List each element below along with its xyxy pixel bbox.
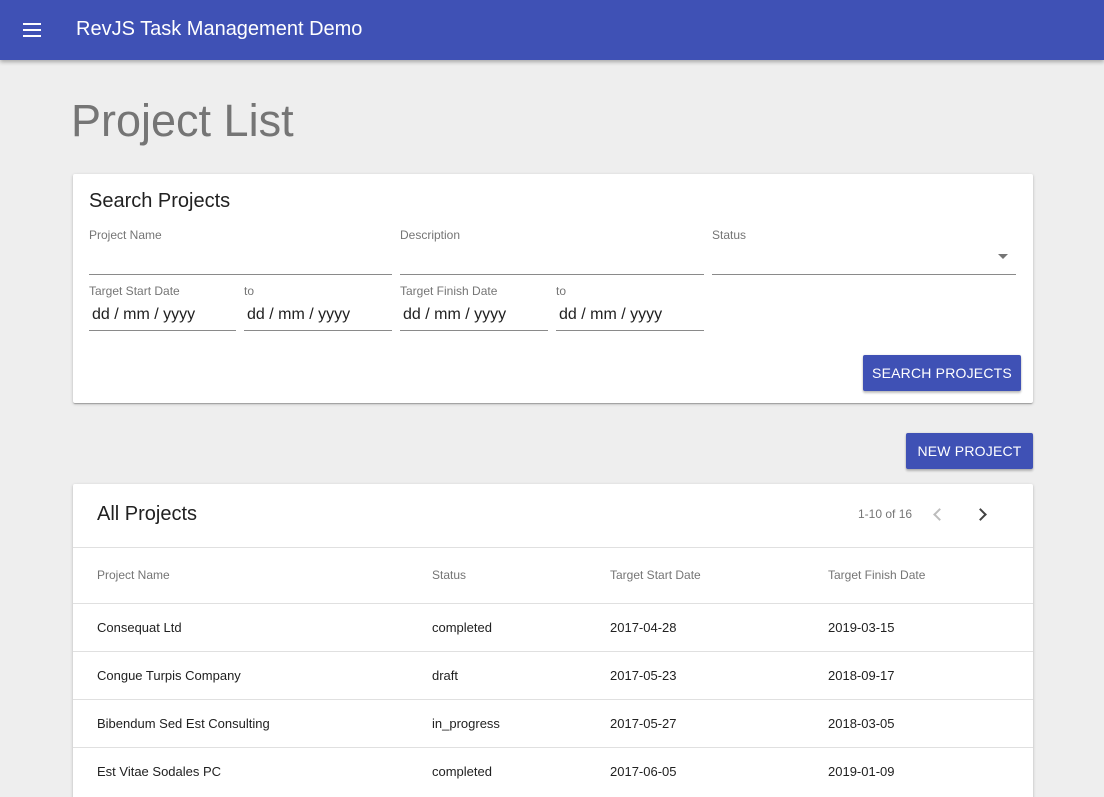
page-title: Project List <box>71 95 294 146</box>
target-start-from-underline <box>89 330 236 331</box>
chevron-left-icon <box>933 508 946 521</box>
target-start-to-field[interactable]: to dd / mm / yyyy <box>244 284 392 331</box>
pagination-range: 1-10 of 16 <box>858 507 913 521</box>
app-bar: RevJS Task Management Demo <box>0 0 1104 60</box>
cell-project-name: Est Vitae Sodales PC <box>97 764 222 779</box>
cell-target-start: 2017-05-27 <box>610 716 677 731</box>
all-projects-card: All Projects 1-10 of 16 Project Name Sta… <box>73 484 1033 797</box>
header-divider <box>73 547 1033 548</box>
target-start-label: Target Start Date <box>89 284 180 298</box>
column-header-status[interactable]: Status <box>432 568 466 582</box>
previous-page-button[interactable] <box>923 498 955 530</box>
target-finish-to-value: dd / mm / yyyy <box>559 306 663 323</box>
cell-project-name: Consequat Ltd <box>97 620 182 635</box>
table-row[interactable]: Est Vitae Sodales PC completed 2017-06-0… <box>73 747 1033 795</box>
search-projects-card: Search Projects Project Name Description… <box>73 174 1033 403</box>
new-project-button[interactable]: New Project <box>906 433 1033 469</box>
target-start-to-value: dd / mm / yyyy <box>247 306 351 323</box>
cell-status: completed <box>432 764 492 779</box>
cell-target-finish: 2019-01-09 <box>828 764 895 779</box>
column-header-target-start[interactable]: Target Start Date <box>610 568 701 582</box>
cell-target-finish: 2019-03-15 <box>828 620 895 635</box>
target-finish-to-underline <box>556 330 704 331</box>
target-finish-to-field[interactable]: to dd / mm / yyyy <box>556 284 704 331</box>
cell-status: in_progress <box>432 716 500 731</box>
search-heading: Search Projects <box>89 190 231 212</box>
target-finish-from-underline <box>400 330 548 331</box>
status-select[interactable]: Status <box>712 228 1016 275</box>
cell-target-start: 2017-05-23 <box>610 668 677 683</box>
cell-project-name: Congue Turpis Company <box>97 668 241 683</box>
description-field[interactable]: Description <box>400 228 704 275</box>
target-finish-to-label: to <box>556 284 567 298</box>
cell-target-finish: 2018-03-05 <box>828 716 895 731</box>
project-name-underline <box>89 274 392 275</box>
target-finish-label: Target Finish Date <box>400 284 498 298</box>
arrow-drop-down-icon[interactable] <box>998 254 1008 259</box>
cell-target-start: 2017-04-28 <box>610 620 677 635</box>
target-start-from-value: dd / mm / yyyy <box>92 306 196 323</box>
project-name-field[interactable]: Project Name <box>89 228 392 275</box>
column-header-target-finish[interactable]: Target Finish Date <box>828 568 925 582</box>
project-name-label: Project Name <box>89 228 162 242</box>
menu-icon[interactable] <box>16 14 48 46</box>
cell-target-finish: 2018-09-17 <box>828 668 895 683</box>
cell-status: draft <box>432 668 459 683</box>
target-finish-from-field[interactable]: Target Finish Date dd / mm / yyyy <box>400 284 548 331</box>
target-start-from-field[interactable]: Target Start Date dd / mm / yyyy <box>89 284 236 331</box>
cell-project-name: Bibendum Sed Est Consulting <box>97 716 270 731</box>
description-label: Description <box>400 228 461 242</box>
column-header-project-name[interactable]: Project Name <box>97 568 170 582</box>
description-underline <box>400 274 704 275</box>
cell-status: completed <box>432 620 492 635</box>
cell-target-start: 2017-06-05 <box>610 764 677 779</box>
next-page-button[interactable] <box>967 498 999 530</box>
table-row[interactable]: Congue Turpis Company draft 2017-05-23 2… <box>73 651 1033 699</box>
target-finish-from-value: dd / mm / yyyy <box>403 306 507 323</box>
target-start-to-label: to <box>244 284 255 298</box>
status-label: Status <box>712 228 747 242</box>
app-title: RevJS Task Management Demo <box>76 18 363 40</box>
all-projects-heading: All Projects <box>97 503 198 525</box>
target-start-to-underline <box>244 330 392 331</box>
table-row[interactable]: Consequat Ltd completed 2017-04-28 2019-… <box>73 603 1033 651</box>
search-projects-button[interactable]: Search Projects <box>863 355 1021 391</box>
chevron-right-icon <box>974 508 987 521</box>
table-row[interactable]: Bibendum Sed Est Consulting in_progress … <box>73 699 1033 747</box>
status-underline <box>712 274 1016 275</box>
